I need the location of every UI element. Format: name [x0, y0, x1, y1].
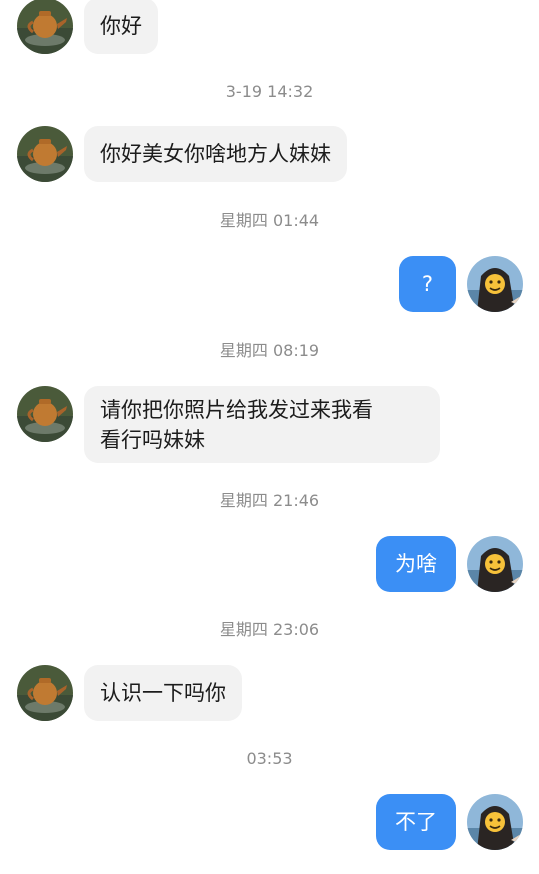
message-text: 你好美女你啥地方人妹妹 — [100, 142, 331, 166]
message-text: 认识一下吗你 — [100, 681, 226, 705]
teapot-icon — [17, 0, 73, 54]
timestamp: 星期四 01:44 — [219, 211, 320, 230]
teapot-icon — [17, 665, 73, 721]
teapot-icon — [17, 126, 73, 182]
timestamp: 星期四 08:19 — [219, 341, 320, 360]
timestamp: 03:53 — [246, 749, 293, 768]
self-avatar[interactable] — [467, 256, 523, 312]
self-avatar[interactable] — [467, 794, 523, 850]
message-text: 你好 — [100, 14, 142, 38]
message-bubble[interactable]: 为啥 — [376, 536, 456, 592]
message-text: 请你把你照片给我发过来我看 看行吗妹妹 — [100, 398, 373, 452]
message-bubble[interactable]: 请你把你照片给我发过来我看 看行吗妹妹 — [84, 386, 440, 463]
message-bubble[interactable]: 不了 — [376, 794, 456, 850]
message-bubble[interactable]: 你好 — [84, 0, 158, 54]
timestamp: 星期四 23:06 — [219, 620, 320, 639]
timestamp: 3-19 14:32 — [225, 82, 314, 101]
girl-sticker-icon — [467, 794, 523, 850]
girl-sticker-icon — [467, 256, 523, 312]
message-text: 不了 — [395, 810, 437, 834]
message-text: ? — [421, 272, 434, 296]
message-bubble[interactable]: 你好美女你啥地方人妹妹 — [84, 126, 347, 182]
contact-avatar[interactable] — [17, 0, 73, 54]
message-bubble[interactable]: 认识一下吗你 — [84, 665, 242, 721]
timestamp: 星期四 21:46 — [219, 491, 320, 510]
message-bubble[interactable]: ? — [399, 256, 456, 312]
contact-avatar[interactable] — [17, 386, 73, 442]
self-avatar[interactable] — [467, 536, 523, 592]
message-text: 为啥 — [395, 552, 437, 576]
contact-avatar[interactable] — [17, 126, 73, 182]
contact-avatar[interactable] — [17, 665, 73, 721]
teapot-icon — [17, 386, 73, 442]
girl-sticker-icon — [467, 536, 523, 592]
